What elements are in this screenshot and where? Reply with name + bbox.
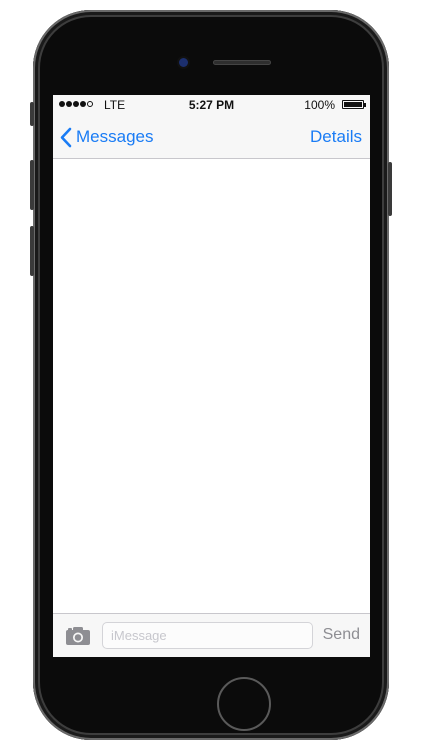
battery-percentage: 100%: [304, 98, 335, 112]
mute-switch: [30, 102, 34, 126]
imessage-input[interactable]: [102, 622, 313, 649]
front-camera: [179, 58, 188, 67]
earpiece-speaker: [213, 60, 271, 65]
battery-tip: [364, 103, 366, 107]
status-bar: LTE 5:27 PM 100%: [53, 95, 370, 115]
volume-down-button: [30, 226, 34, 276]
back-button-label: Messages: [76, 127, 154, 146]
phone-screen: LTE 5:27 PM 100% Messages Details iMessa…: [53, 95, 370, 657]
camera-icon: [66, 627, 90, 645]
home-button[interactable]: [217, 677, 271, 731]
power-button: [388, 162, 392, 216]
send-button[interactable]: Send: [323, 626, 360, 644]
conversation-area[interactable]: [53, 159, 370, 613]
back-to-messages-button[interactable]: Messages: [59, 123, 153, 151]
battery-icon: [342, 100, 364, 109]
message-input-bar: Send: [53, 613, 370, 657]
navigation-bar: Messages Details: [53, 115, 370, 159]
camera-button[interactable]: [65, 626, 91, 646]
details-button[interactable]: Details: [310, 127, 362, 147]
chevron-left-icon: [60, 127, 72, 147]
volume-up-button: [30, 160, 34, 210]
